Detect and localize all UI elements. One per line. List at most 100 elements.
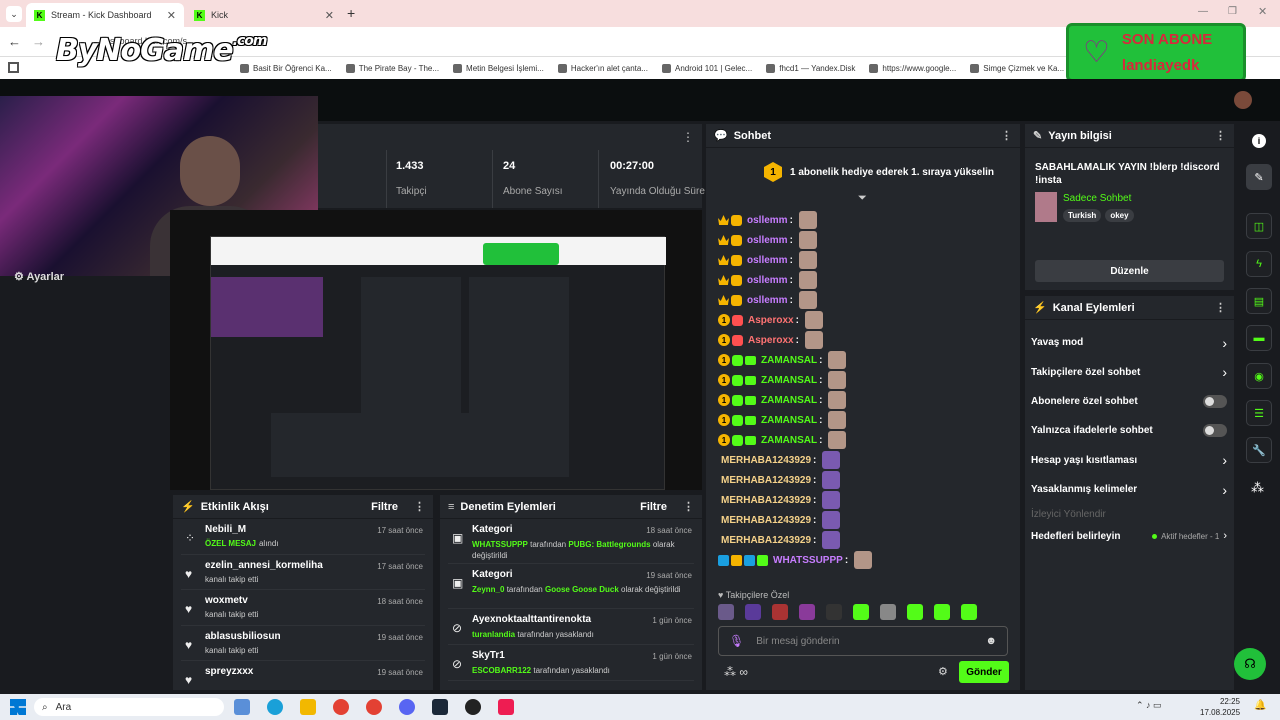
notification-icon[interactable]: 🔔 <box>1254 700 1266 711</box>
edit-stream-icon[interactable]: ✎ <box>1246 164 1272 190</box>
collapse-icon[interactable]: ⏷ <box>858 192 867 205</box>
tag[interactable]: okey <box>1105 209 1134 222</box>
chat-username[interactable]: osllemm <box>747 215 788 226</box>
moderation-item[interactable]: ⊘ SkyTr1 ESCOBARR122 tarafından yasaklandı… <box>448 645 694 681</box>
chat-username[interactable]: ZAMANSAL <box>761 395 817 406</box>
channel-action-item[interactable]: Takipçilere özel sohbet › <box>1031 357 1227 386</box>
steam-icon[interactable] <box>432 699 448 715</box>
emoji-icon[interactable]: ☻ <box>985 635 997 647</box>
chat-username[interactable]: MERHABA1243929 <box>721 535 811 546</box>
bookmark-item[interactable]: Simge Çizmek ve Ka... <box>970 63 1064 73</box>
chrome-icon[interactable] <box>366 699 382 715</box>
emote-icon[interactable] <box>934 604 950 620</box>
chat-message[interactable]: MERHABA1243929: <box>718 470 1008 490</box>
chrome-icon[interactable] <box>333 699 349 715</box>
avatar[interactable] <box>1234 91 1252 109</box>
activity-item[interactable]: ♥ ablasusbiliosun kanalı takip etti 19 saat… <box>181 626 425 661</box>
chat-username[interactable]: MERHABA1243929 <box>721 495 811 506</box>
stream-preview[interactable] <box>170 210 702 490</box>
chat-message[interactable]: osllemm: <box>718 210 1008 230</box>
chat-message[interactable]: 1 Asperoxx: <box>718 330 1008 350</box>
maximize-icon[interactable]: ❐ <box>1228 6 1237 17</box>
tab-search-icon[interactable]: ⌄ <box>6 6 22 22</box>
broadcast-icon[interactable]: ◉ <box>1246 363 1272 389</box>
close-tab-icon[interactable]: ✕ <box>167 9 176 22</box>
channel-action-item[interactable]: Yalnızca ifadelerle sohbet <box>1031 416 1227 445</box>
bookmark-item[interactable]: The Pirate Bay - The... <box>345 63 439 73</box>
moderation-menu-icon[interactable]: ⋮ <box>683 500 694 513</box>
mic-icon[interactable]: 🎙 <box>729 634 744 648</box>
forward-icon[interactable]: → <box>32 34 45 49</box>
bookmark-item[interactable]: fhcd1 — Yandex.Disk <box>766 63 855 73</box>
settings-item[interactable]: ⚙ Ayarlar <box>14 270 64 283</box>
chat-username[interactable]: osllemm <box>747 275 788 286</box>
activity-item[interactable]: ♥ spreyzxxx 19 saat önce <box>181 661 425 697</box>
emote-icon[interactable] <box>799 604 815 620</box>
activity-filter-button[interactable]: Filtre <box>371 501 398 513</box>
channel-action-item[interactable]: Hesap yaşı kısıtlaması › <box>1031 446 1227 475</box>
moderation-filter-button[interactable]: Filtre <box>640 501 667 513</box>
support-icon[interactable]: ☊ <box>1234 648 1266 680</box>
kick-points-icon[interactable]: ⁂ ∞ <box>724 665 748 679</box>
copilot-icon[interactable] <box>234 699 250 715</box>
tag[interactable]: Turkish <box>1063 209 1102 222</box>
chat-username[interactable]: MERHABA1243929 <box>721 455 811 466</box>
emote-icon[interactable] <box>907 604 923 620</box>
stats-menu-icon[interactable]: ⋮ <box>682 130 694 144</box>
new-tab-icon[interactable]: + <box>347 5 355 21</box>
emote-icon[interactable] <box>772 604 788 620</box>
chat-icon[interactable]: ▬ <box>1246 325 1272 351</box>
window-close-icon[interactable]: ✕ <box>1258 5 1267 18</box>
chat-settings-icon[interactable]: ⚙ <box>938 665 948 678</box>
obs-icon[interactable] <box>465 699 481 715</box>
tray-icons[interactable]: ⌃ ♪ ▭ <box>1136 700 1162 711</box>
channel-action-item[interactable]: Yasaklanmış kelimeler › <box>1031 475 1227 504</box>
emote-icon[interactable] <box>853 604 869 620</box>
chat-username[interactable]: osllemm <box>747 255 788 266</box>
chat-message[interactable]: osllemm: <box>718 270 1008 290</box>
tiktok-icon[interactable] <box>498 699 514 715</box>
chat-message[interactable]: 1 ZAMANSAL: <box>718 390 1008 410</box>
chat-message[interactable]: MERHABA1243929: <box>718 490 1008 510</box>
chat-message[interactable]: MERHABA1243929: <box>718 450 1008 470</box>
bolt-icon[interactable]: ϟ <box>1246 251 1272 277</box>
chat-username[interactable]: osllemm <box>747 235 788 246</box>
emote-icon[interactable] <box>826 604 842 620</box>
chat-message[interactable]: 1 ZAMANSAL: <box>718 350 1008 370</box>
clock[interactable]: 22:25 17.08.2025 <box>1200 696 1240 718</box>
back-icon[interactable]: ← <box>8 34 21 49</box>
layout-icon[interactable]: ☰ <box>1246 400 1272 426</box>
moderation-item[interactable]: ▣ Kategori WHATSSUPPP tarafından PUBG: Bat… <box>448 519 694 564</box>
chat-message[interactable]: osllemm: <box>718 230 1008 250</box>
chat-username[interactable]: WHATSSUPPP <box>773 555 843 566</box>
bookmark-item[interactable]: Android 101 | Gelec... <box>661 63 752 73</box>
emote-icon[interactable] <box>718 604 734 620</box>
stream-info-menu-icon[interactable]: ⋮ <box>1215 129 1226 142</box>
activity-item[interactable]: ⁘ Nebili_M ÖZEL MESAJ alındı 17 saat önce <box>181 519 425 555</box>
chat-message[interactable]: 1 ZAMANSAL: <box>718 370 1008 390</box>
activity-item[interactable]: ♥ woxmetv kanalı takip etti 18 saat önce <box>181 590 425 626</box>
moderation-item[interactable]: ▣ Kategori Zeynn_0 tarafından Goose Goose … <box>448 564 694 609</box>
chat-username[interactable]: MERHABA1243929 <box>721 515 811 526</box>
bookmark-item[interactable]: Metin Belgesi İşlemi... <box>453 63 544 73</box>
goals-row[interactable]: Hedefleri belirleyin Aktif hedefler - 1 … <box>1031 530 1227 542</box>
edit-button[interactable]: Düzenle <box>1035 260 1224 282</box>
chat-message[interactable]: 1 ZAMANSAL: <box>718 410 1008 430</box>
chat-message[interactable]: MERHABA1243929: <box>718 510 1008 530</box>
apps-grid-icon[interactable] <box>8 62 19 73</box>
chat-username[interactable]: ZAMANSAL <box>761 375 817 386</box>
tab-kick[interactable]: K Kick ✕ <box>186 3 342 27</box>
chat-username[interactable]: ZAMANSAL <box>761 355 817 366</box>
chat-username[interactable]: MERHABA1243929 <box>721 475 811 486</box>
chat-message[interactable]: 1 ZAMANSAL: <box>718 430 1008 450</box>
emote-icon[interactable] <box>961 604 977 620</box>
document-icon[interactable]: ▤ <box>1246 288 1272 314</box>
toggle-switch[interactable] <box>1203 394 1227 408</box>
chat-username[interactable]: ZAMANSAL <box>761 415 817 426</box>
chat-message[interactable]: MERHABA1243929: <box>718 530 1008 550</box>
edge-icon[interactable] <box>267 699 283 715</box>
activity-item[interactable]: ♥ ezelin_annesi_kormeliha kanalı takip ett… <box>181 555 425 590</box>
discord-icon[interactable] <box>399 699 415 715</box>
windows-start-icon[interactable] <box>10 699 26 715</box>
close-tab-icon[interactable]: ✕ <box>325 9 334 22</box>
